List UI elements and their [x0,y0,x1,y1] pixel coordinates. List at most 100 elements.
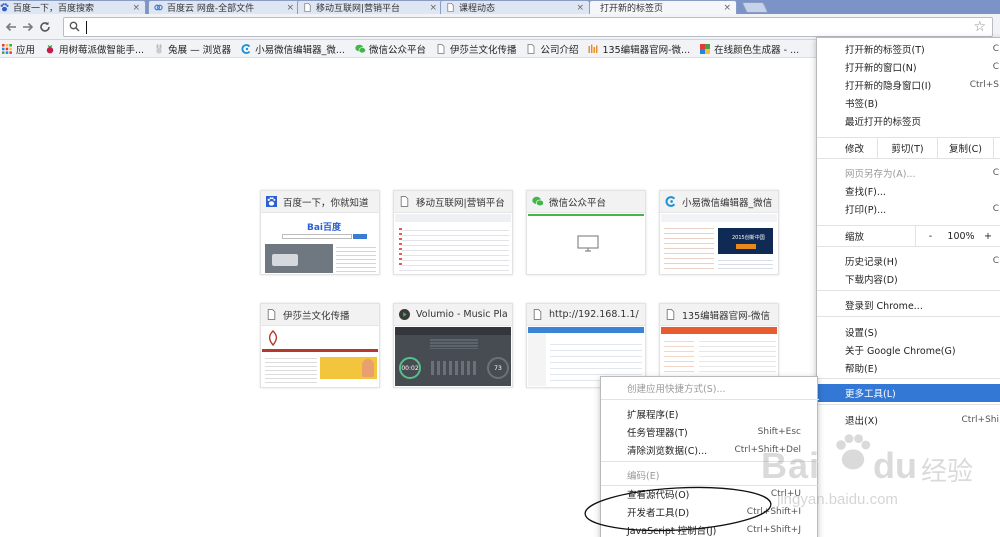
reload-icon[interactable] [36,17,53,37]
menu-label: 帮助(E) [845,364,878,375]
new-tab-button[interactable] [741,2,769,13]
menu-cut-button[interactable]: 剪切(T) [877,137,937,159]
bookmark-xiaoyi[interactable]: 小易微信编辑器_微... [241,42,345,56]
tab-course-updates[interactable]: 课程动态 × [440,0,590,14]
star-icon[interactable]: ☆ [973,19,986,35]
menu-separator [601,399,819,400]
thumb-event-banner: 2015创新中国 [718,228,773,254]
bookmark-company[interactable]: 公司介绍 [526,42,578,56]
menu-more-tools[interactable]: 更多工具(L) [817,384,1000,402]
tab-new-tab[interactable]: 打开新的标签页 × [589,0,737,14]
tile-thumbnail: 2015创新中国 [661,214,777,273]
tile-title: Volumio - Music Play [416,309,507,320]
submenu-create-shortcut[interactable]: 创建应用快捷方式(S)... [601,379,819,397]
tab-baidu-search[interactable]: 百度一下，百度搜索 × [0,0,146,14]
close-icon[interactable]: × [576,3,584,13]
tile-wechat[interactable]: 微信公众平台 [526,190,646,275]
tile-yishalan[interactable]: 伊莎兰文化传播 [260,303,380,388]
tab-title: 百度云 网盘-全部文件 [167,4,255,14]
menu-incognito[interactable]: 打开新的隐身窗口(I) Ctrl+S [817,76,1000,94]
page-icon [303,3,312,12]
bookmark-135[interactable]: 135编辑器官网-微... [588,42,690,56]
thumb-promo-person [362,359,374,377]
menu-label: 打开新的标签页(T) [845,45,925,56]
close-icon[interactable]: × [286,3,294,13]
tab-mobile-marketing[interactable]: 移动互联网|营销平台 × [297,0,443,14]
tab-title: 课程动态 [459,4,496,14]
annotation-ellipse [584,486,772,532]
zoom-in-button[interactable]: + [977,225,999,247]
menu-print[interactable]: 打印(P)... C [817,200,1000,218]
tile-volumio[interactable]: Volumio - Music Play 00:02 73 [393,303,513,388]
tile-header: 135编辑器官网-微信 [660,304,778,326]
tile-baidu[interactable]: 百度一下，你就知道 Bai百度 [260,190,380,275]
menu-sign-in[interactable]: 登录到 Chrome... [817,296,1000,314]
menu-new-window[interactable]: 打开新的窗口(N) C [817,58,1000,76]
menu-find[interactable]: 查找(F)... [817,182,1000,200]
menu-label: 书签(B) [845,99,878,110]
menu-label: 打开新的窗口(N) [845,63,917,74]
menu-exit[interactable]: 退出(X) Ctrl+Shi [817,411,1000,429]
close-icon[interactable]: × [723,3,731,13]
submenu-encoding[interactable]: 编码(E) [601,466,819,484]
tile-xiaoyi[interactable]: 小易微信编辑器_微信 2015创新中国 [659,190,779,275]
submenu-clear-data[interactable]: 清除浏览数据(C)... Ctrl+Shift+Del [601,441,819,459]
omnibox[interactable]: ☆ [63,17,993,37]
bookmark-wechat[interactable]: 微信公众平台 [355,42,426,56]
thumb-news-lines [336,244,376,273]
zoom-out-button[interactable]: - [915,225,945,247]
search-icon [69,21,80,32]
page-icon [446,3,455,12]
menu-label: 历史记录(H) [845,257,898,268]
tile-header: 伊莎兰文化传播 [261,304,379,326]
close-icon[interactable]: × [429,3,437,13]
forward-arrow-icon[interactable] [19,17,36,37]
menu-label: 设置(S) [845,328,878,339]
menu-label: 下载内容(D) [845,275,898,286]
bookmark-yishalan[interactable]: 伊莎兰文化传播 [436,42,516,56]
menu-label: 扩展程序(E) [627,410,679,421]
menu-about[interactable]: 关于 Google Chrome(G) [817,341,1000,359]
text-caret [86,21,87,34]
menu-paste-button[interactable] [993,137,1000,159]
thumb-accent-bar [528,214,644,216]
menu-label: 网页另存为(A)... [845,169,916,180]
close-icon[interactable]: × [132,3,140,13]
menu-copy-button[interactable]: 复制(C) [937,137,993,159]
address-input[interactable] [86,20,946,34]
bookmark-label: 公司介绍 [540,44,579,56]
submenu-task-manager[interactable]: 任务管理器(T) Shift+Esc [601,423,819,441]
thumb-time-dial: 00:02 [399,357,421,379]
menu-label: 关于 Google Chrome(G) [845,346,956,357]
tile-header: 小易微信编辑器_微信 [660,191,778,213]
menu-help[interactable]: 帮助(E) [817,359,1000,377]
bookmark-apps[interactable]: 应用 [2,42,35,56]
page-icon [436,43,446,54]
bookmark-label: 兔展 — 浏览器 [168,44,232,56]
tile-mobile-marketing[interactable]: 移动互联网|营销平台 [393,190,513,275]
menu-edit-label: 修改 [845,144,865,155]
menu-settings[interactable]: 设置(S) [817,323,1000,341]
bookmark-tuzhan[interactable]: 兔展 — 浏览器 [154,42,231,56]
menu-history[interactable]: 历史记录(H) C [817,252,1000,270]
bookmark-label: 小易微信编辑器_微... [255,44,345,56]
submenu-extensions[interactable]: 扩展程序(E) [601,405,819,423]
menu-label: 清除浏览数据(C)... [627,446,708,457]
menu-new-tab[interactable]: 打开新的标签页(T) C [817,40,1000,58]
bookmark-raspberry[interactable]: 用树莓派做智能手... [45,42,144,56]
menu-label: 任务管理器(T) [627,428,688,439]
cloud-icon [154,3,163,12]
tab-baidu-pan[interactable]: 百度云 网盘-全部文件 × [148,0,300,14]
thumb-topbar [395,214,511,222]
back-arrow-icon[interactable] [2,17,19,37]
page-icon [526,43,536,54]
tile-thumbnail: 00:02 73 [395,327,511,386]
tile-thumbnail [528,214,644,273]
bookmark-color-generator[interactable]: 在线颜色生成器 - ... [700,42,799,56]
bookmark-label: 应用 [16,44,36,56]
menu-recent-tabs[interactable]: 最近打开的标签页 [817,112,1000,130]
menu-downloads[interactable]: 下载内容(D) [817,270,1000,288]
menu-shortcut: Ctrl+Shift+Del [734,445,801,455]
menu-save-as[interactable]: 网页另存为(A)... C [817,164,1000,182]
menu-bookmarks[interactable]: 书签(B) [817,94,1000,112]
